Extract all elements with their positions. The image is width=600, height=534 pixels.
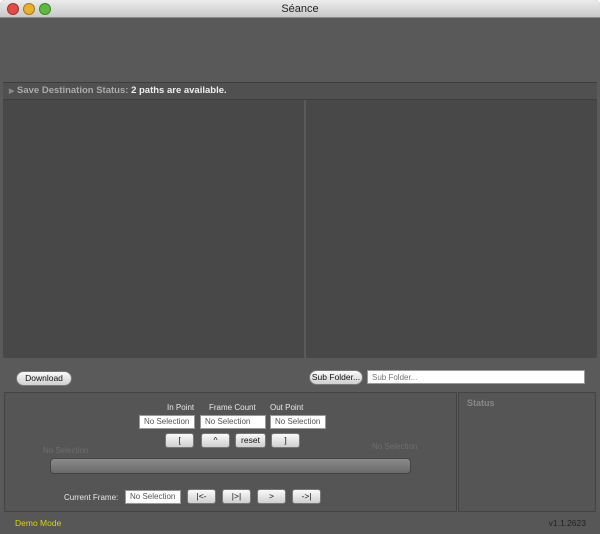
- set-out-point-button[interactable]: ]: [271, 433, 300, 448]
- current-frame-label: Current Frame:: [64, 493, 119, 502]
- version-label: v1.1.2623: [548, 518, 586, 528]
- play-pause-button[interactable]: |>|: [222, 489, 251, 504]
- sub-folder-input[interactable]: [367, 370, 585, 384]
- demo-mode-label: Demo Mode: [15, 518, 62, 528]
- out-point-label: Out Point: [270, 403, 304, 412]
- zoom-button[interactable]: [39, 3, 51, 15]
- left-marker-label: No Selection: [43, 446, 89, 455]
- in-point-field[interactable]: No Selection: [139, 415, 195, 429]
- caret-button[interactable]: ^: [201, 433, 230, 448]
- minimize-button[interactable]: [23, 3, 35, 15]
- timeline-slider[interactable]: [50, 458, 411, 474]
- download-button[interactable]: Download: [16, 371, 72, 386]
- status-value: 2 paths are available.: [131, 85, 227, 96]
- app-window: Séance ▶ Save Destination Status: 2 path…: [0, 0, 600, 534]
- title-bar: Séance: [0, 0, 600, 18]
- left-preview-pane: [3, 100, 304, 358]
- frame-count-label: Frame Count: [209, 403, 256, 412]
- go-to-start-button[interactable]: |<-: [187, 489, 216, 504]
- set-in-point-button[interactable]: [: [165, 433, 194, 448]
- toolbar-area: [0, 18, 600, 82]
- status-panel-title: Status: [467, 398, 495, 408]
- in-point-label: In Point: [167, 403, 195, 412]
- sub-folder-button[interactable]: Sub Folder...: [309, 370, 363, 385]
- right-preview-pane: [306, 100, 597, 358]
- current-frame-field[interactable]: No Selection: [125, 490, 181, 504]
- step-forward-button[interactable]: >: [257, 489, 286, 504]
- disclosure-triangle-icon[interactable]: ▶: [9, 88, 14, 95]
- reset-button[interactable]: reset: [235, 433, 266, 448]
- out-point-field[interactable]: No Selection: [270, 415, 326, 429]
- status-label: Save Destination Status:: [17, 85, 129, 96]
- window-title: Séance: [281, 3, 319, 15]
- save-destination-status[interactable]: ▶ Save Destination Status: 2 paths are a…: [3, 82, 597, 100]
- go-to-end-button[interactable]: ->|: [292, 489, 321, 504]
- close-button[interactable]: [7, 3, 19, 15]
- timeline-panel: In Point Frame Count Out Point No Select…: [4, 392, 457, 512]
- right-marker-label: No Selection: [372, 442, 418, 451]
- frame-count-field[interactable]: No Selection: [200, 415, 266, 429]
- status-panel: Status: [458, 392, 596, 512]
- footer: Demo Mode v1.1.2623: [0, 512, 600, 534]
